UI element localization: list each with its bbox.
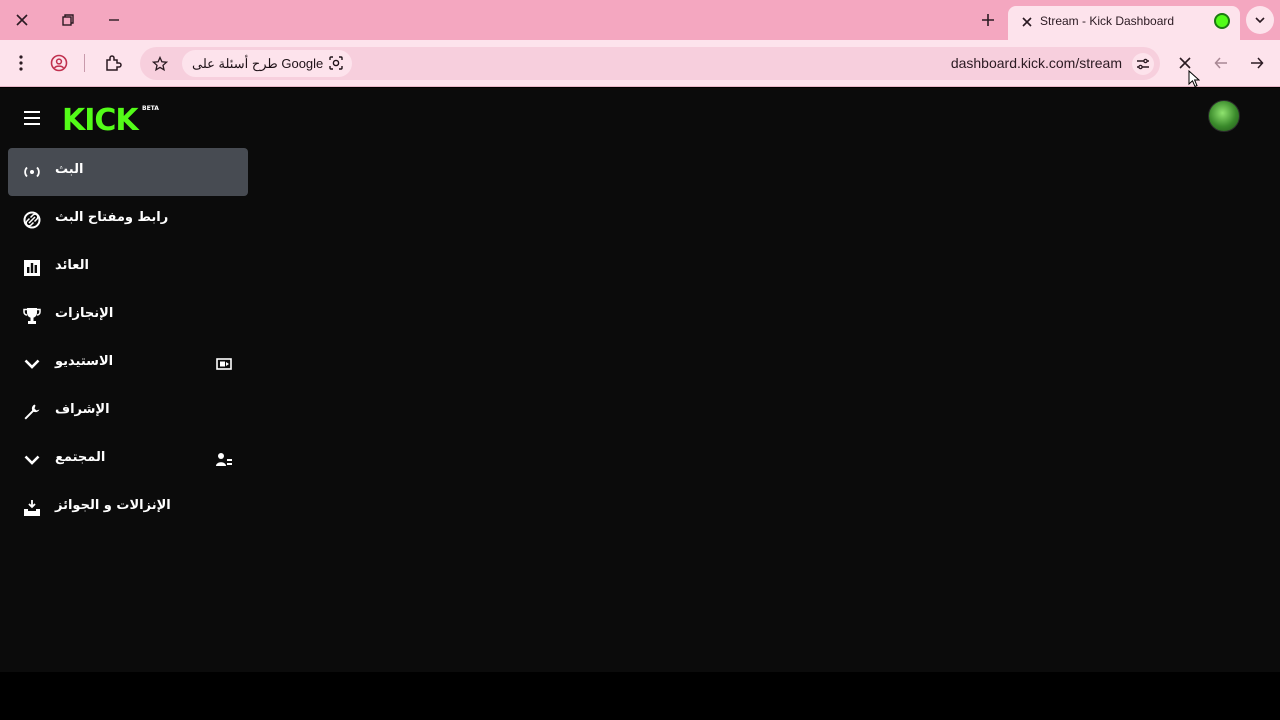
sidebar-item-label: البث (55, 162, 84, 177)
sidebar-nav: البث رابط ومفتاح البث العائد الإنجازات ا (8, 148, 248, 532)
window-restore-icon[interactable] (54, 6, 82, 34)
kick-logo[interactable]: KICK BETA (60, 102, 160, 134)
sidebar-item-stream[interactable]: البث (8, 148, 248, 196)
browser-toolbar: طرح أسئلة على Google dashboard.kick.com/… (0, 40, 1280, 87)
google-lens-icon (329, 56, 343, 70)
forward-arrow-icon[interactable] (1244, 50, 1270, 76)
url-text: dashboard.kick.com/stream (950, 55, 1122, 71)
new-tab-icon[interactable] (976, 8, 1000, 32)
profile-icon[interactable] (46, 50, 72, 76)
tab-search-chevron-icon[interactable] (1246, 6, 1274, 34)
user-avatar[interactable] (1208, 100, 1240, 132)
wrench-icon (22, 402, 42, 422)
sidebar-item-label: رابط ومفتاح البث (55, 210, 169, 225)
kick-dashboard: KICK BETA البث رابط ومفتاح البث العائد ا… (0, 88, 1280, 672)
sidebar-item-label: المجتمع (55, 450, 106, 465)
tab-close-icon[interactable] (1016, 11, 1038, 33)
svg-text:BETA: BETA (142, 105, 159, 112)
google-lens-chip[interactable]: طرح أسئلة على Google (182, 50, 352, 77)
address-bar[interactable]: طرح أسئلة على Google dashboard.kick.com/… (140, 47, 1160, 80)
hamburger-menu-icon[interactable] (20, 106, 44, 130)
taskbar-band (0, 672, 1280, 720)
sidebar-item-drops-rewards[interactable]: الإنزالات و الجوائز (8, 484, 248, 532)
sidebar-item-stream-key[interactable]: رابط ومفتاح البث (8, 196, 248, 244)
kick-favicon-icon (1214, 13, 1230, 29)
sidebar-item-label: الاستيديو (55, 354, 114, 369)
chevron-down-icon (22, 354, 42, 374)
drops-icon (22, 498, 42, 518)
toolbar-divider (84, 54, 85, 72)
bar-chart-icon (22, 258, 42, 278)
more-menu-icon[interactable] (8, 50, 34, 76)
sidebar-item-moderation[interactable]: الإشراف (8, 388, 248, 436)
extensions-icon[interactable] (100, 50, 126, 76)
studio-icon (214, 354, 234, 374)
mouse-cursor-icon (1188, 70, 1200, 88)
trophy-icon (22, 306, 42, 326)
window-minimize-icon[interactable] (100, 6, 128, 34)
chevron-down-icon (22, 450, 42, 470)
tab-strip: Stream - Kick Dashboard (0, 0, 1280, 40)
tab-title: Stream - Kick Dashboard (1040, 14, 1175, 28)
back-arrow-icon[interactable] (1208, 50, 1234, 76)
sidebar-item-label: الإنجازات (55, 306, 114, 321)
sidebar-item-label: الإشراف (55, 402, 110, 417)
sidebar-item-community[interactable]: المجتمع (8, 436, 248, 484)
community-icon (214, 450, 234, 470)
link-icon (22, 210, 42, 230)
sidebar-item-revenue[interactable]: العائد (8, 244, 248, 292)
bookmark-star-icon[interactable] (148, 52, 172, 76)
google-lens-chip-label: طرح أسئلة على Google (192, 56, 324, 71)
svg-text:KICK: KICK (62, 103, 140, 134)
site-settings-icon[interactable] (1132, 53, 1154, 75)
tab-stream-dashboard[interactable]: Stream - Kick Dashboard (1008, 6, 1240, 40)
sidebar-item-achievements[interactable]: الإنجازات (8, 292, 248, 340)
broadcast-icon (22, 162, 42, 182)
sidebar-item-studio[interactable]: الاستيديو (8, 340, 248, 388)
sidebar-item-label: العائد (55, 258, 89, 273)
window-close-icon[interactable] (8, 6, 36, 34)
sidebar-item-label: الإنزالات و الجوائز (55, 498, 171, 513)
